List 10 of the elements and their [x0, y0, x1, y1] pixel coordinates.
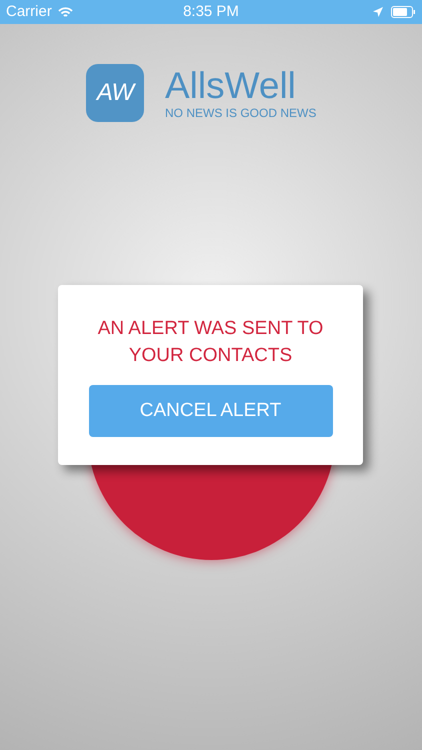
wifi-icon: [58, 6, 73, 18]
app-name: AllsWell: [165, 66, 297, 106]
cancel-alert-button[interactable]: CANCEL ALERT: [88, 385, 332, 437]
alert-message: AN ALERT WAS SENT TO YOUR CONTACTS: [96, 317, 324, 368]
carrier-label: Carrier: [6, 2, 52, 22]
app-logo-icon: AW: [86, 64, 144, 122]
location-arrow-icon: [373, 7, 383, 17]
battery-icon: [391, 6, 416, 18]
tagline: NO NEWS IS GOOD NEWS: [165, 106, 316, 120]
clock: 8:35 PM: [183, 2, 239, 22]
